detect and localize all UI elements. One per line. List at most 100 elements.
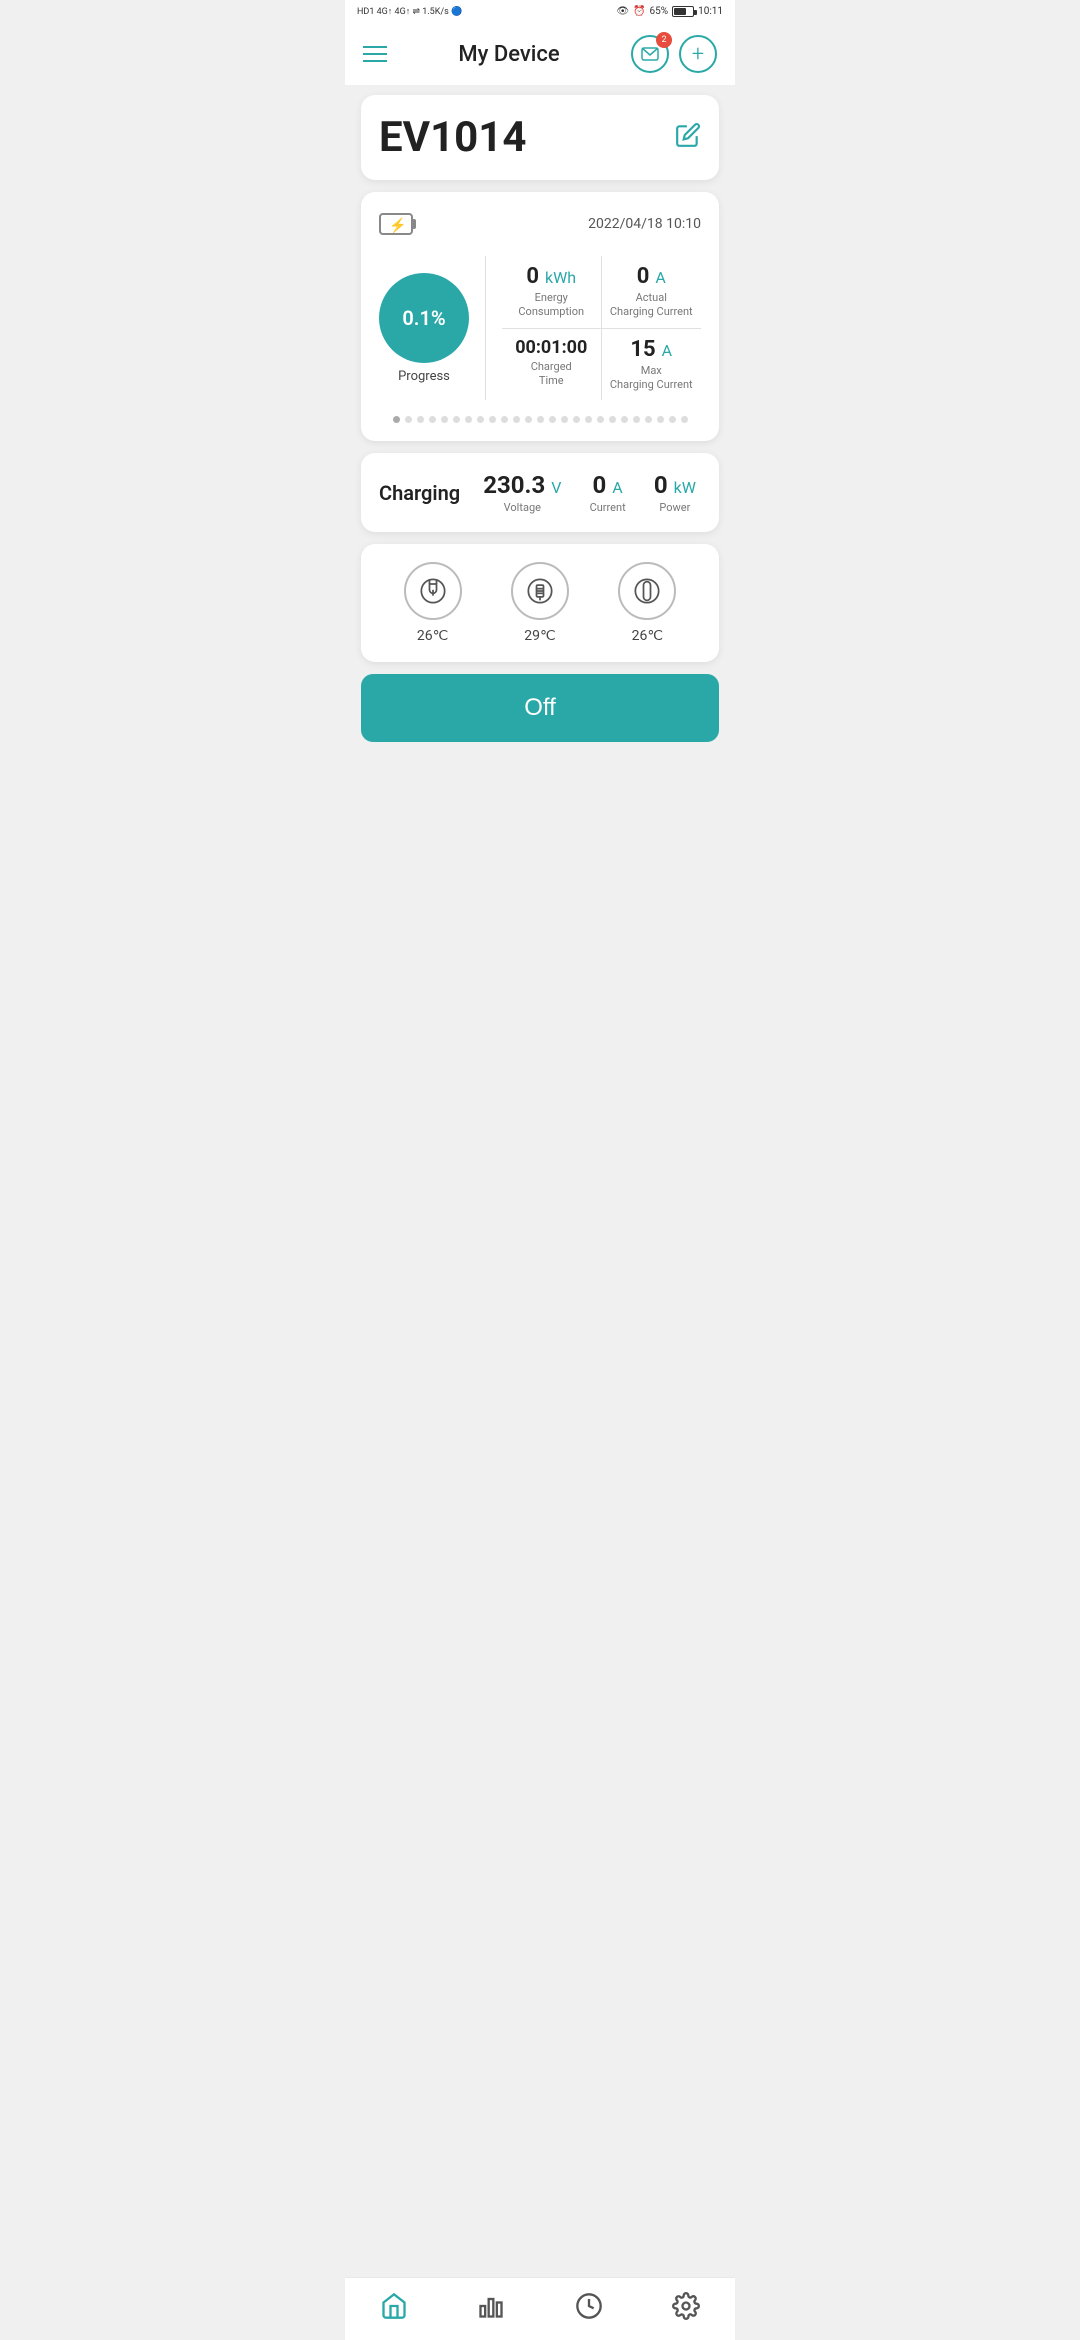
add-button[interactable]: + — [679, 35, 717, 73]
battery-charging-icon: ⚡ — [379, 210, 417, 238]
max-current-stat: 15 A Max Charging Current — [602, 329, 702, 401]
power-unit: kW — [674, 478, 696, 497]
voltage-label: Voltage — [483, 501, 561, 514]
temp-value-0: 26℃ — [417, 628, 448, 644]
header-title: My Device — [458, 42, 559, 67]
header-icons: 2 + — [631, 35, 717, 73]
charging-info-card: Charging 230.3 V Voltage 0 A Current 0 — [361, 453, 719, 532]
pagination-dot — [513, 416, 520, 423]
pagination-dot — [657, 416, 664, 423]
actual-current-label: Actual Charging Current — [602, 291, 702, 320]
timestamp: 2022/04/18 10:10 — [588, 216, 701, 232]
pagination-dots — [379, 416, 701, 423]
max-current-unit: A — [662, 341, 672, 360]
nav-settings[interactable] — [672, 2292, 700, 2320]
pagination-dot — [633, 416, 640, 423]
power-label: Power — [654, 501, 696, 514]
energy-unit: kWh — [545, 268, 576, 287]
pagination-dot — [525, 416, 532, 423]
charging-status-body: 0.1% Progress 0 kWh Energy Consumption — [379, 256, 701, 400]
edit-button[interactable] — [675, 122, 701, 154]
stats-grid: 0 kWh Energy Consumption 0 A Actua — [485, 256, 701, 400]
temp-value-2: 26℃ — [632, 628, 663, 644]
mail-button[interactable]: 2 — [631, 35, 669, 73]
menu-button[interactable] — [363, 46, 387, 62]
off-button[interactable]: Off — [361, 674, 719, 742]
pagination-dot — [441, 416, 448, 423]
charging-status-card: ⚡ 2022/04/18 10:10 0.1% Progress 0 kWh — [361, 192, 719, 441]
chart-icon — [477, 2292, 505, 2320]
current-unit: A — [612, 478, 622, 497]
pagination-dot — [561, 416, 568, 423]
pagination-dot — [597, 416, 604, 423]
pagination-dot — [609, 416, 616, 423]
energy-stat: 0 kWh Energy Consumption — [502, 256, 602, 329]
temperature-card: 26℃ 29℃ — [361, 544, 719, 662]
nav-history[interactable] — [575, 2292, 603, 2320]
main-content: EV1014 ⚡ 2022/04/18 10:10 0.1% Progr — [345, 85, 735, 854]
actual-current-stat: 0 A Actual Charging Current — [602, 256, 702, 329]
power-value: 0 — [654, 471, 668, 499]
nav-stats[interactable] — [477, 2292, 505, 2320]
status-bar: HD1 4G↑ 4G↑ ⇌ 1.5K/s 🔵 👁 ⏰ 65% 10:11 — [345, 0, 735, 23]
eye-icon: 👁 — [616, 6, 629, 17]
charged-time-stat: 00:01:00 Charged Time — [502, 329, 602, 401]
energy-value: 0 — [526, 264, 539, 289]
pagination-dot — [429, 416, 436, 423]
plug-icon — [404, 562, 462, 620]
current-metric: 0 A Current — [590, 471, 626, 514]
clock-icon — [575, 2292, 603, 2320]
status-right: 👁 ⏰ 65% 10:11 — [616, 6, 723, 17]
connector-icon — [511, 562, 569, 620]
pagination-dot — [453, 416, 460, 423]
charging-label: Charging — [379, 481, 460, 505]
charged-time-label: Charged Time — [502, 360, 601, 389]
voltage-value: 230.3 — [483, 471, 545, 499]
battery-percent: 65% — [650, 6, 669, 17]
pagination-dot — [549, 416, 556, 423]
temp-item-1: 29℃ — [511, 562, 569, 644]
header: My Device 2 + — [345, 23, 735, 85]
actual-current-unit: A — [655, 268, 665, 287]
bottom-nav — [345, 2277, 735, 2340]
pagination-dot — [393, 416, 400, 423]
progress-circle: 0.1% — [379, 273, 469, 363]
pagination-dot — [537, 416, 544, 423]
pagination-dot — [417, 416, 424, 423]
nav-home[interactable] — [380, 2292, 408, 2320]
voltage-metric: 230.3 V Voltage — [483, 471, 561, 514]
network-info: HD1 4G↑ 4G↑ ⇌ 1.5K/s 🔵 — [357, 6, 462, 17]
device-id: EV1014 — [379, 113, 526, 162]
pagination-dot — [681, 416, 688, 423]
actual-current-value: 0 — [637, 264, 650, 289]
charging-status-header: ⚡ 2022/04/18 10:10 — [379, 210, 701, 238]
pagination-dot — [573, 416, 580, 423]
temp-item-2: 26℃ — [618, 562, 676, 644]
temp-value-1: 29℃ — [524, 628, 555, 644]
plus-icon: + — [692, 42, 704, 67]
energy-label: Energy Consumption — [502, 291, 601, 320]
temp-item-0: 26℃ — [404, 562, 462, 644]
pagination-dot — [669, 416, 676, 423]
pagination-dot — [501, 416, 508, 423]
max-current-value: 15 — [630, 337, 655, 362]
pagination-dot — [621, 416, 628, 423]
pagination-dot — [585, 416, 592, 423]
alarm-icon: ⏰ — [633, 6, 645, 17]
current-value: 0 — [593, 471, 607, 499]
svg-text:⚡: ⚡ — [389, 217, 406, 234]
max-current-label: Max Charging Current — [602, 364, 702, 393]
status-left: HD1 4G↑ 4G↑ ⇌ 1.5K/s 🔵 — [357, 6, 462, 17]
gear-icon — [672, 2292, 700, 2320]
pagination-dot — [477, 416, 484, 423]
power-metric: 0 kW Power — [654, 471, 696, 514]
device-name-card: EV1014 — [361, 95, 719, 180]
pagination-dot — [465, 416, 472, 423]
device-temp-icon — [618, 562, 676, 620]
mail-icon — [641, 47, 659, 61]
progress-label: Progress — [398, 369, 450, 384]
charging-metrics: 230.3 V Voltage 0 A Current 0 kW Power — [478, 471, 701, 514]
pagination-dot — [405, 416, 412, 423]
progress-value: 0.1% — [402, 306, 445, 330]
charged-time-value: 00:01:00 — [515, 337, 587, 358]
